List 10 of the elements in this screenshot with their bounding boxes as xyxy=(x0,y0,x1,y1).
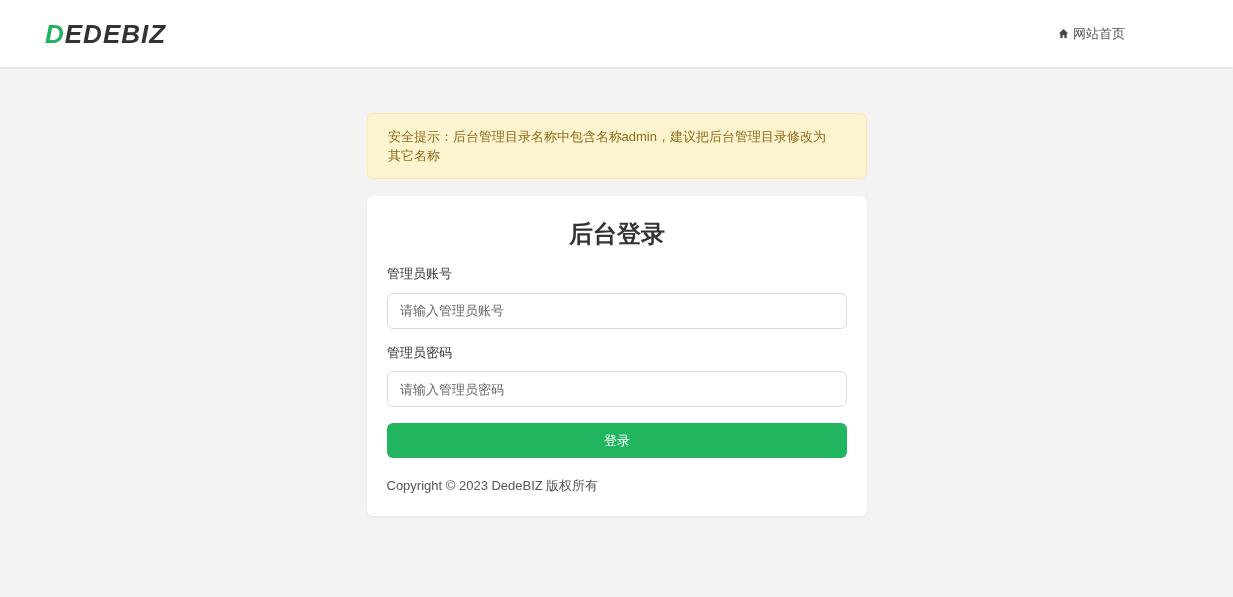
security-alert: 安全提示：后台管理目录名称中包含名称admin，建议把后台管理目录修改为其它名称 xyxy=(366,113,867,179)
field-label: 管理员账号 xyxy=(386,265,453,283)
field-label: 管理员密码 xyxy=(386,343,453,362)
input-field[interactable]: 请输入管理员账号 xyxy=(386,292,847,329)
logo[interactable]: DEDEBIZ xyxy=(45,20,167,47)
input-field[interactable]: 请输入管理员密码 xyxy=(386,371,847,407)
login-title: 后台登录 xyxy=(567,219,666,249)
copyright-text: Copyright © 2023 DedeBIZ 版权所有 xyxy=(386,477,600,495)
home-link[interactable]: 网站首页 xyxy=(1058,23,1125,44)
home-icon xyxy=(1058,28,1069,39)
